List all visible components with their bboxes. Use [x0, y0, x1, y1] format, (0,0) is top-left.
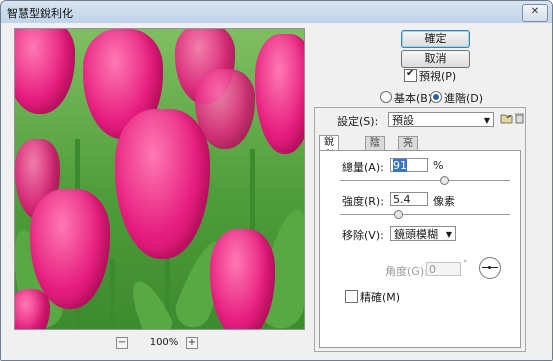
zoom-out-button[interactable]: −	[116, 337, 128, 349]
title-bar: 智慧型銳利化 ✕	[1, 1, 552, 23]
tab-panel-sharpen: 總量(A): 91 % 強度(R): 5.4 像素 移除(V): 鏡頭模糊 ▼	[319, 150, 521, 348]
angle-input[interactable]: 0	[426, 262, 461, 276]
dialog-window: 智慧型銳利化 ✕ − 100% + 確定 取消 ✔ 預視(P) 基本(B) 進階…	[0, 0, 553, 361]
mode-advanced-label: 進階(D)	[444, 92, 484, 105]
radius-label: 強度(R):	[342, 195, 384, 208]
save-settings-icon[interactable]	[499, 112, 513, 126]
mode-basic-radio[interactable]	[380, 91, 392, 103]
radius-slider-track[interactable]	[340, 214, 510, 215]
tab-sharpen[interactable]: 銳利化	[319, 135, 339, 174]
trash-icon[interactable]	[512, 112, 526, 126]
radius-unit: 像素	[433, 195, 455, 208]
window-title: 智慧型銳利化	[7, 7, 73, 20]
more-accurate-label: 精確(M)	[360, 291, 401, 304]
preview-image[interactable]	[14, 28, 305, 330]
remove-select-value: 鏡頭模糊	[394, 228, 438, 241]
settings-select[interactable]: 預設 ▼	[388, 112, 494, 127]
mode-advanced-radio[interactable]	[430, 91, 442, 103]
preview-checkbox-label: 預視(P)	[419, 70, 457, 83]
remove-label: 移除(V):	[342, 229, 384, 242]
zoom-level: 100%	[149, 337, 179, 348]
cancel-button[interactable]: 取消	[401, 50, 470, 68]
dialog-client: − 100% + 確定 取消 預視(P) 基本(B) 進階(D) 設定(S): …	[1, 23, 552, 360]
settings-select-value: 預設	[392, 114, 414, 127]
more-accurate-checkbox[interactable]	[345, 290, 358, 303]
chevron-down-icon: ▼	[445, 230, 452, 239]
remove-select[interactable]: 鏡頭模糊 ▼	[390, 226, 456, 241]
mode-basic-label: 基本(B)	[394, 92, 433, 105]
amount-slider-thumb[interactable]	[439, 176, 449, 185]
ok-button[interactable]: 確定	[401, 30, 470, 48]
radius-slider-thumb[interactable]	[393, 210, 403, 219]
angle-dial-icon[interactable]	[479, 257, 501, 279]
angle-unit: °	[463, 259, 468, 269]
amount-label: 總量(A):	[342, 161, 384, 174]
radius-input[interactable]: 5.4	[390, 192, 428, 206]
close-button[interactable]: ✕	[522, 4, 548, 22]
amount-input[interactable]: 91	[390, 158, 428, 172]
amount-slider-track[interactable]	[340, 180, 510, 181]
chevron-down-icon: ▼	[483, 116, 490, 125]
zoom-in-button[interactable]: +	[186, 337, 198, 349]
settings-panel: 設定(S): 預設 ▼ 銳利化 陰影 亮部 總量(A): 91 %	[314, 107, 526, 352]
settings-label: 設定(S):	[337, 115, 379, 128]
preview-checkbox[interactable]	[404, 68, 417, 82]
angle-label: 角度(G):	[385, 265, 428, 278]
tab-highlight[interactable]: 亮部	[398, 136, 418, 162]
amount-unit: %	[433, 159, 444, 172]
tab-shadow[interactable]: 陰影	[365, 136, 385, 162]
